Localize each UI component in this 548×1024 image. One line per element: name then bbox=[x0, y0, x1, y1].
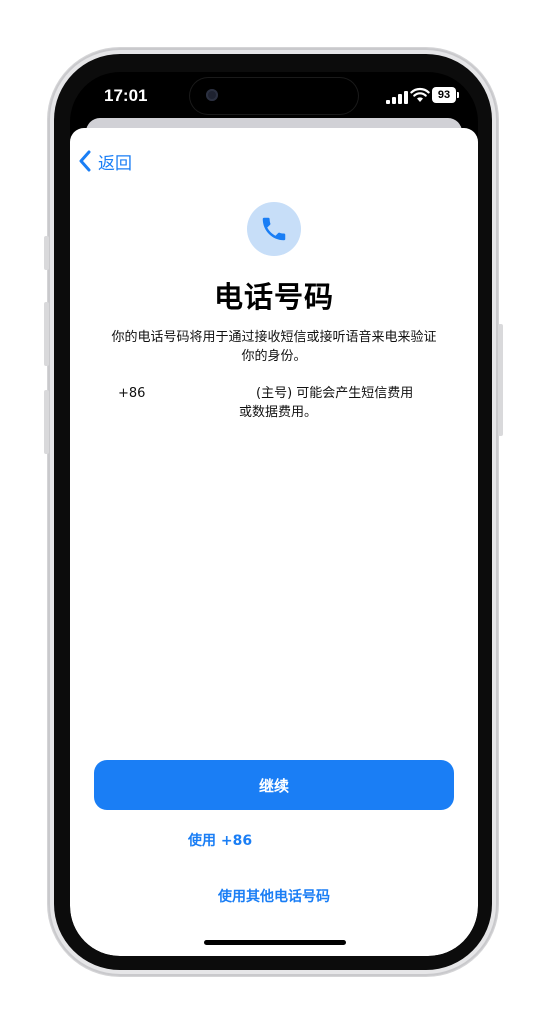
screenshot-stage: 17:01 93 返回 电话号码 你的电话号码将用于通过接收短信或接听语音来电来… bbox=[0, 0, 548, 1024]
power-button bbox=[498, 324, 503, 436]
phone-icon-badge bbox=[247, 202, 301, 256]
sms-fee-note: (主号) 可能会产生短信费用 bbox=[256, 386, 414, 401]
front-camera bbox=[206, 89, 218, 101]
silent-switch bbox=[44, 236, 49, 270]
volume-down-button bbox=[44, 390, 49, 454]
chevron-left-icon bbox=[79, 150, 91, 172]
use-current-number-link[interactable]: 使用 +86 bbox=[188, 830, 252, 850]
wifi-icon bbox=[410, 87, 430, 102]
back-label: 返回 bbox=[98, 153, 132, 174]
phone-number-sheet: 返回 电话号码 你的电话号码将用于通过接收短信或接听语音来电来验证你的身份。 +… bbox=[70, 128, 478, 956]
signal-icon bbox=[386, 90, 410, 104]
use-other-number-link[interactable]: 使用其他电话号码 bbox=[70, 886, 478, 906]
sms-fee-note-continued: 或数据费用。 bbox=[238, 405, 317, 420]
continue-button[interactable]: 继续 bbox=[94, 760, 454, 810]
page-title: 电话号码 bbox=[213, 280, 334, 314]
country-code: +86 bbox=[118, 386, 146, 401]
phone-icon bbox=[262, 217, 286, 241]
status-time: 17:01 bbox=[104, 86, 148, 105]
battery-icon: 93 bbox=[432, 87, 456, 103]
volume-up-button bbox=[44, 302, 49, 366]
phone-screen: 17:01 93 返回 电话号码 你的电话号码将用于通过接收短信或接听语音来电来… bbox=[70, 72, 478, 956]
battery-cap bbox=[457, 92, 459, 98]
verification-description: 你的电话号码将用于通过接收短信或接听语音来电来验证你的身份。 bbox=[111, 330, 437, 364]
back-button[interactable]: 返回 bbox=[78, 148, 132, 174]
redacted-phone-number bbox=[150, 386, 254, 401]
home-indicator[interactable] bbox=[204, 940, 346, 945]
